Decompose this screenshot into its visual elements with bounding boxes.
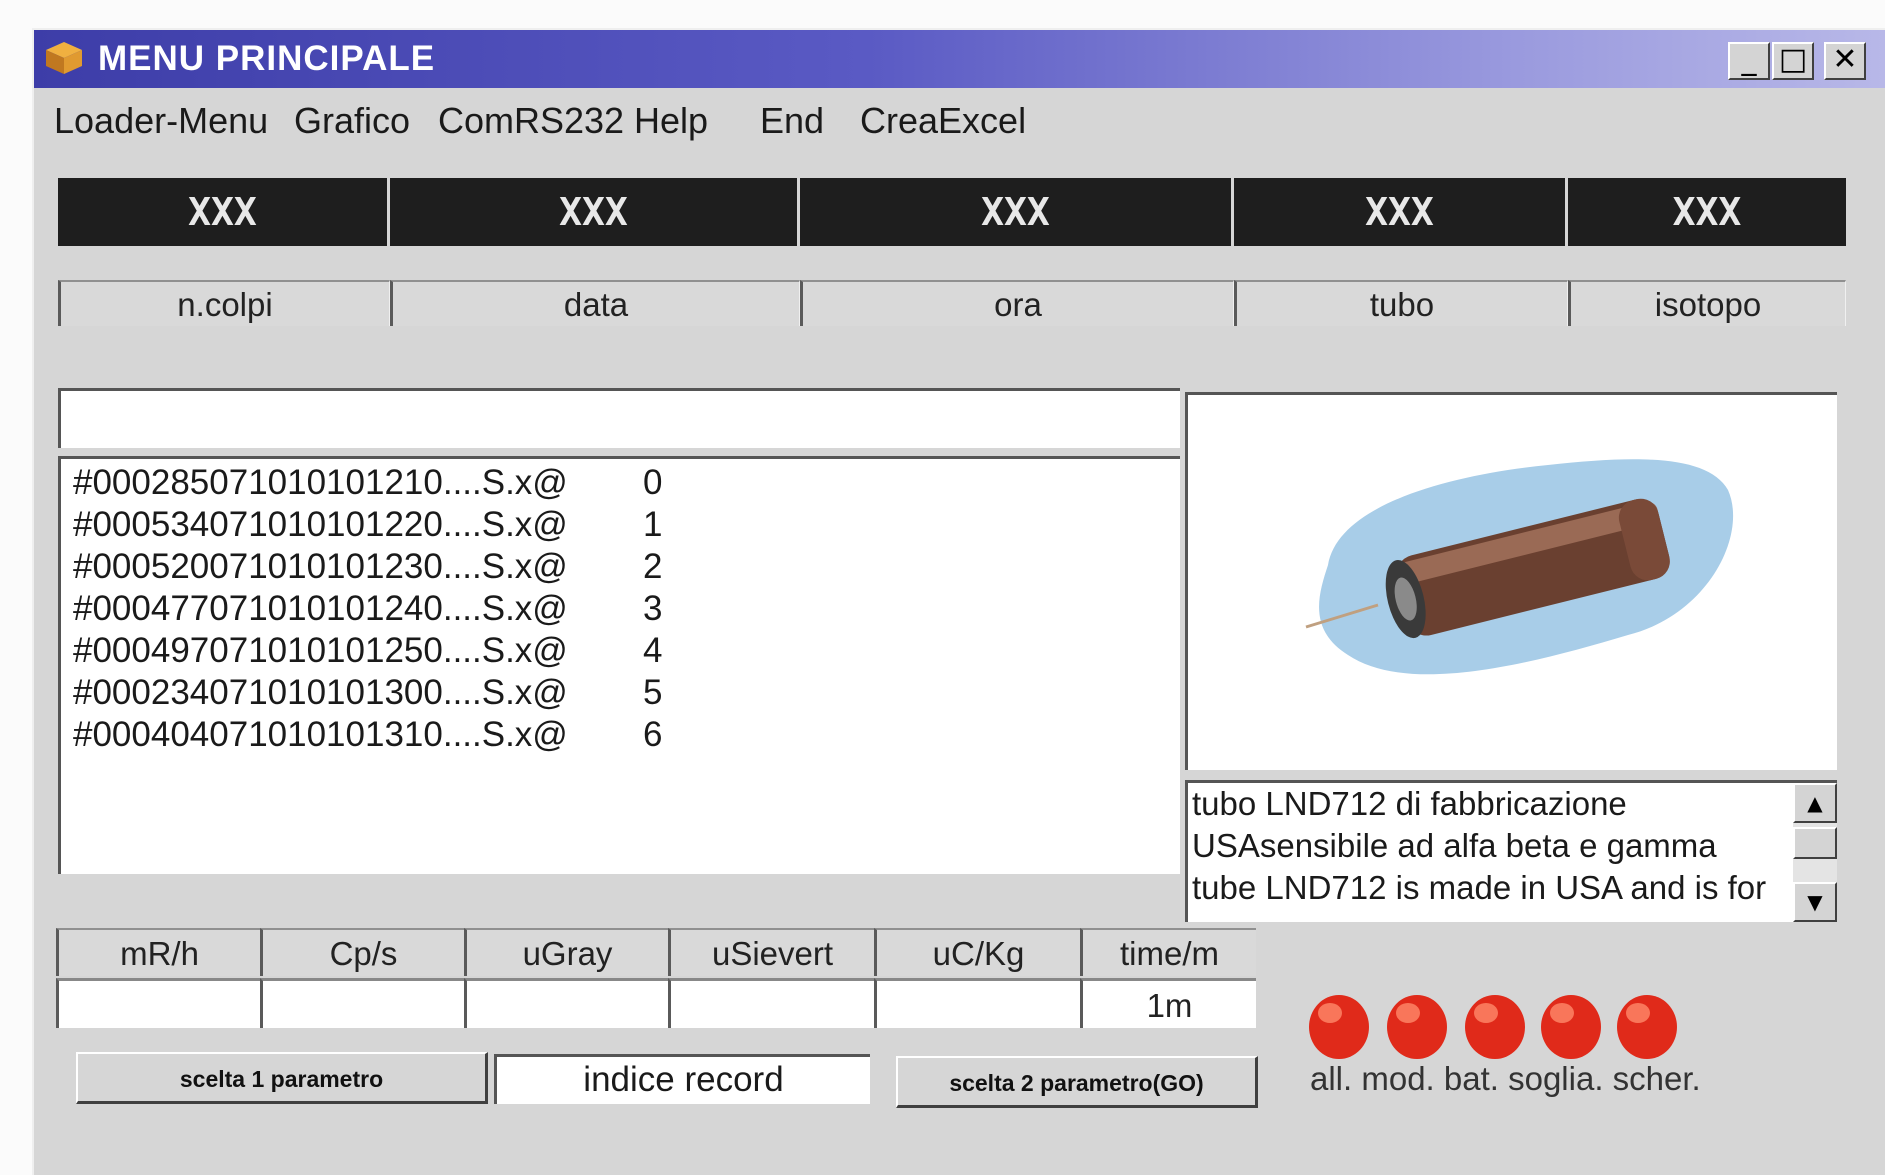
- window-title: MENU PRINCIPALE: [98, 39, 436, 78]
- record-index-field[interactable]: indice record: [494, 1054, 870, 1104]
- record-index: 0: [643, 463, 663, 502]
- menu-comrs232[interactable]: ComRS232: [438, 100, 624, 142]
- ora-label: ora: [800, 280, 1234, 326]
- mode-indicator-icon: [1387, 995, 1447, 1059]
- menu-help[interactable]: Help: [634, 100, 708, 142]
- menu-creaexcel[interactable]: CreaExcel: [860, 100, 1026, 142]
- geiger-tube-image: [1305, 459, 1734, 675]
- record-index: 3: [643, 589, 663, 628]
- record-index: 2: [643, 547, 663, 586]
- description-line: tubo LND712 di fabbricazione: [1192, 785, 1627, 822]
- record-code: #000534071010101220....S.x@: [73, 505, 568, 544]
- alarm-indicator-icon: [1309, 995, 1369, 1059]
- tubo-label: tubo: [1234, 280, 1568, 326]
- tube-description[interactable]: tubo LND712 di fabbricazione USAsensibil…: [1185, 780, 1837, 922]
- maximize-button[interactable]: □: [1772, 42, 1814, 80]
- unit-ugray-value[interactable]: [464, 978, 668, 1028]
- unit-uckg-value[interactable]: [874, 978, 1080, 1028]
- record-code: #000404071010101310....S.x@: [73, 715, 568, 754]
- menu-end[interactable]: End: [760, 100, 824, 142]
- record-code: #000520071010101230....S.x@: [73, 547, 568, 586]
- ncolpi-label: n.colpi: [58, 280, 390, 326]
- data-label: data: [390, 280, 800, 326]
- description-line: tube LND712 is made in USA and is for: [1192, 869, 1767, 906]
- ncolpi-value: XXX: [58, 178, 390, 246]
- choice-2-parameter-go-button[interactable]: scelta 2 parametro(GO): [896, 1056, 1258, 1108]
- unit-mrh-label: mR/h: [56, 928, 260, 976]
- record-code: #000234071010101300....S.x@: [73, 673, 568, 712]
- menu-grafico[interactable]: Grafico: [294, 100, 410, 142]
- unit-ugray-label: uGray: [464, 928, 668, 976]
- minimize-button[interactable]: _: [1728, 42, 1770, 80]
- records-list[interactable]: #000285071010101210....S.x@ 0 #000534071…: [58, 456, 1180, 874]
- top-text-field[interactable]: [58, 388, 1180, 448]
- tube-picture: [1185, 392, 1837, 770]
- unit-mrh-value[interactable]: [56, 978, 260, 1028]
- unit-usievert-label: uSievert: [668, 928, 874, 976]
- menu-loader[interactable]: Loader-Menu: [54, 100, 268, 142]
- unit-cps-value[interactable]: [260, 978, 464, 1028]
- unit-time-value[interactable]: 1m: [1080, 978, 1256, 1028]
- choice-1-parameter-button[interactable]: scelta 1 parametro: [76, 1052, 488, 1104]
- battery-indicator-icon: [1465, 995, 1525, 1059]
- data-value: XXX: [390, 178, 800, 246]
- app-box-icon: [46, 42, 82, 74]
- tubo-value: XXX: [1234, 178, 1568, 246]
- record-code: #000285071010101210....S.x@: [73, 463, 568, 502]
- isotopo-label: isotopo: [1568, 280, 1846, 326]
- unit-cps-label: Cp/s: [260, 928, 464, 976]
- scroll-down-icon[interactable]: ▼: [1793, 882, 1837, 922]
- unit-uckg-label: uC/Kg: [874, 928, 1080, 976]
- shield-indicator-icon: [1617, 995, 1677, 1059]
- record-index: 6: [643, 715, 663, 754]
- scroll-thumb[interactable]: [1793, 827, 1837, 859]
- record-code: #000497071010101250....S.x@: [73, 631, 568, 670]
- record-index: 4: [643, 631, 663, 670]
- record-code: #000477071010101240....S.x@: [73, 589, 568, 628]
- record-index: 5: [643, 673, 663, 712]
- close-button[interactable]: ✕: [1824, 42, 1866, 80]
- title-bar[interactable]: MENU PRINCIPALE _ □ ✕: [34, 30, 1885, 88]
- scroll-up-icon[interactable]: ▲: [1793, 783, 1837, 823]
- unit-time-label: time/m: [1080, 928, 1256, 976]
- isotopo-value: XXX: [1568, 178, 1846, 246]
- description-line: USAsensibile ad alfa beta e gamma: [1192, 827, 1717, 864]
- description-scrollbar[interactable]: ▲ ▼: [1793, 783, 1837, 922]
- ora-value: XXX: [800, 178, 1234, 246]
- record-index: 1: [643, 505, 663, 544]
- threshold-indicator-icon: [1541, 995, 1601, 1059]
- indicator-labels: all. mod. bat. soglia. scher.: [1310, 1060, 1701, 1097]
- unit-usievert-value[interactable]: [668, 978, 874, 1028]
